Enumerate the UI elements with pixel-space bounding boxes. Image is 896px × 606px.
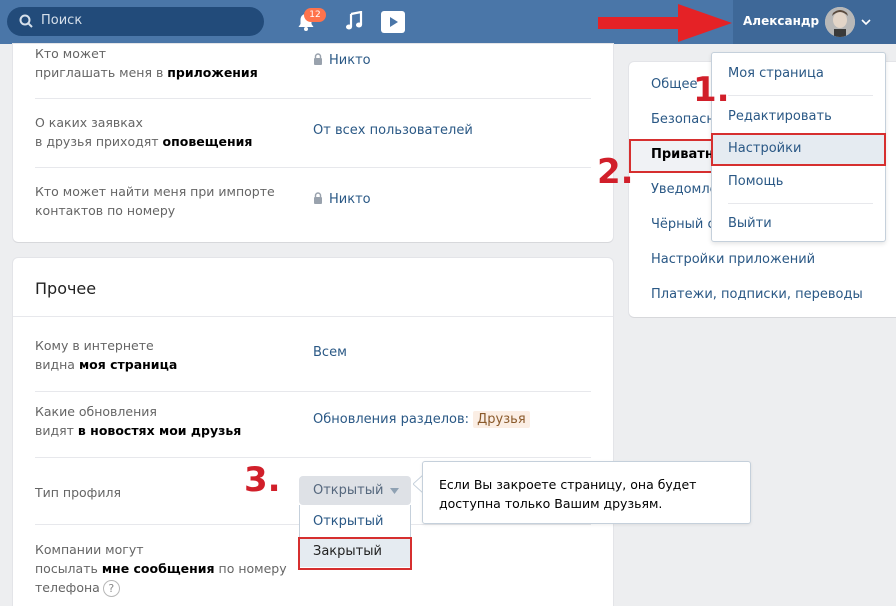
divider <box>35 167 591 168</box>
avatar <box>825 7 855 37</box>
video-icon[interactable] <box>381 11 405 33</box>
divider <box>728 203 873 204</box>
music-icon[interactable] <box>345 11 363 31</box>
nav-item-general[interactable]: Общее <box>651 77 698 92</box>
step-3-label: 3. <box>244 460 281 500</box>
user-name: Александр <box>743 14 820 28</box>
profile-type-option-open[interactable]: Открытый <box>300 507 410 537</box>
profile-type-tooltip: Если Вы закроете страницу, она будет дос… <box>422 461 751 524</box>
menu-item-my-page[interactable]: Моя страница <box>728 66 824 81</box>
lock-icon <box>314 53 322 65</box>
privacy-panel: Кто может приглашать меня в приложения Ни… <box>13 44 613 242</box>
menu-item-logout[interactable]: Выйти <box>728 216 772 231</box>
help-icon[interactable]: ? <box>102 580 120 597</box>
privacy-value-link[interactable]: Всем <box>313 345 347 360</box>
search-icon <box>19 14 33 28</box>
menu-item-help[interactable]: Помощь <box>728 174 783 189</box>
user-menu-toggle[interactable]: Александр <box>733 0 896 44</box>
privacy-value-link[interactable]: Никто <box>313 192 371 207</box>
privacy-value-link[interactable]: Никто <box>313 53 371 68</box>
profile-type-selected: Открытый <box>313 483 384 498</box>
privacy-value-link[interactable]: От всех пользователей <box>313 123 473 138</box>
caret-down-icon <box>390 488 399 494</box>
profile-type-select[interactable]: Открытый <box>299 476 411 505</box>
divider <box>35 98 591 99</box>
privacy-value-link[interactable]: Обновления разделов: Друзья <box>313 411 530 428</box>
step-1-label: 1. <box>693 70 730 110</box>
lock-icon <box>314 192 322 204</box>
highlight-box-privacy <box>629 139 713 173</box>
search-input[interactable]: Поиск <box>7 7 264 36</box>
search-placeholder: Поиск <box>41 13 83 28</box>
menu-item-edit[interactable]: Редактировать <box>728 109 832 124</box>
friends-chip: Друзья <box>473 411 530 428</box>
step-2-label: 2. <box>597 152 634 192</box>
section-title: Прочее <box>35 279 97 298</box>
divider <box>13 316 613 317</box>
divider <box>35 391 591 392</box>
divider <box>728 95 873 96</box>
highlight-box-settings <box>711 133 886 166</box>
chevron-down-icon <box>861 19 871 26</box>
tooltip-text: Если Вы закроете страницу, она будет дос… <box>439 477 697 511</box>
notifications-badge: 12 <box>304 8 326 22</box>
nav-item-app-settings[interactable]: Настройки приложений <box>651 252 815 267</box>
red-arrow-annotation <box>598 4 732 42</box>
divider <box>35 457 591 458</box>
nav-item-payments[interactable]: Платежи, подписки, переводы <box>651 287 863 302</box>
highlight-box-closed <box>298 537 412 570</box>
top-header: Поиск 12 Александр <box>0 0 896 44</box>
